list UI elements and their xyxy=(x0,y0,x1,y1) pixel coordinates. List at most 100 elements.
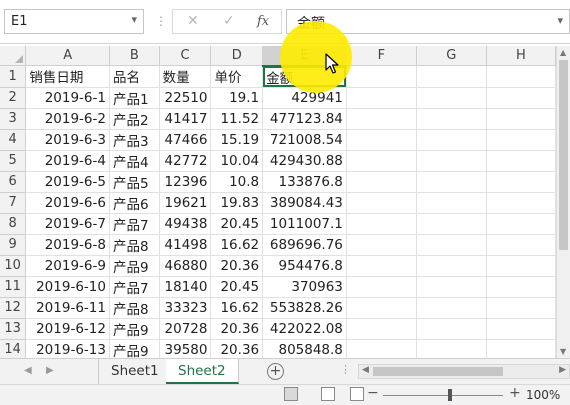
empty-cell[interactable] xyxy=(346,318,417,340)
price-cell[interactable]: 20.36 xyxy=(210,318,264,340)
header-cell[interactable]: 单价 xyxy=(210,65,264,88)
product-cell[interactable]: 产品1 xyxy=(109,87,160,109)
name-box[interactable]: E1 ▾ xyxy=(4,9,144,34)
scroll-right-icon[interactable]: ▶ xyxy=(559,365,566,375)
amount-cell[interactable]: 954476.8 xyxy=(262,255,347,277)
column-header-a[interactable]: A xyxy=(25,46,110,66)
row-header[interactable]: 1 xyxy=(0,65,27,88)
quantity-cell[interactable]: 41417 xyxy=(159,108,212,130)
empty-cell[interactable] xyxy=(486,255,556,277)
quantity-cell[interactable]: 22510 xyxy=(159,87,212,109)
row-header[interactable]: 12 xyxy=(0,297,27,319)
row-header[interactable]: 3 xyxy=(0,108,27,130)
empty-cell[interactable] xyxy=(346,276,417,298)
quantity-cell[interactable]: 47466 xyxy=(159,129,212,151)
header-cell[interactable]: 品名 xyxy=(109,65,160,88)
price-cell[interactable]: 20.36 xyxy=(210,339,264,358)
quantity-cell[interactable]: 46880 xyxy=(159,255,212,277)
empty-cell[interactable] xyxy=(486,339,556,358)
amount-cell[interactable]: 429430.88 xyxy=(262,150,347,172)
amount-cell[interactable]: 422022.08 xyxy=(262,318,347,340)
date-cell[interactable]: 2019-6-10 xyxy=(25,276,110,298)
product-cell[interactable]: 产品9 xyxy=(109,255,160,277)
expand-formula-bar-icon[interactable]: ▾ xyxy=(557,14,563,27)
empty-cell[interactable] xyxy=(346,87,417,109)
quantity-cell[interactable]: 39580 xyxy=(159,339,212,358)
product-cell[interactable]: 产品4 xyxy=(109,150,160,172)
date-cell[interactable]: 2019-6-1 xyxy=(25,87,110,109)
page-layout-view-icon[interactable] xyxy=(321,387,335,401)
empty-cell[interactable] xyxy=(486,297,556,319)
date-cell[interactable]: 2019-6-9 xyxy=(25,255,110,277)
empty-cell[interactable] xyxy=(346,129,417,151)
amount-cell[interactable]: 477123.84 xyxy=(262,108,347,130)
price-cell[interactable]: 20.36 xyxy=(210,255,264,277)
empty-cell[interactable] xyxy=(486,192,556,214)
empty-cell[interactable] xyxy=(346,65,417,88)
empty-cell[interactable] xyxy=(346,108,417,130)
sheet-tab-sheet2[interactable]: Sheet2 xyxy=(166,359,239,384)
previous-sheet-icon[interactable]: ◀ xyxy=(24,365,32,376)
empty-cell[interactable] xyxy=(346,297,417,319)
empty-cell[interactable] xyxy=(346,213,417,235)
product-cell[interactable]: 产品9 xyxy=(109,339,160,358)
product-cell[interactable]: 产品3 xyxy=(109,129,160,151)
amount-cell[interactable]: 1011007.1 xyxy=(262,213,347,235)
empty-cell[interactable] xyxy=(416,318,487,340)
quantity-cell[interactable]: 42772 xyxy=(159,150,212,172)
price-cell[interactable]: 19.1 xyxy=(210,87,264,109)
amount-cell[interactable]: 133876.8 xyxy=(262,171,347,193)
empty-cell[interactable] xyxy=(416,87,487,109)
column-header-h[interactable]: H xyxy=(486,46,556,66)
empty-cell[interactable] xyxy=(416,234,487,256)
next-sheet-icon[interactable]: ▶ xyxy=(46,365,54,376)
empty-cell[interactable] xyxy=(416,108,487,130)
zoom-in-icon[interactable]: + xyxy=(509,385,521,401)
empty-cell[interactable] xyxy=(416,339,487,358)
cancel-icon[interactable]: ✕ xyxy=(187,13,199,29)
quantity-cell[interactable]: 33323 xyxy=(159,297,212,319)
empty-cell[interactable] xyxy=(486,108,556,130)
sheet-tab-sheet1[interactable]: Sheet1 xyxy=(98,359,172,384)
horizontal-scroll-thumb[interactable] xyxy=(373,367,503,376)
product-cell[interactable]: 产品7 xyxy=(109,276,160,298)
product-cell[interactable]: 产品5 xyxy=(109,171,160,193)
empty-cell[interactable] xyxy=(416,171,487,193)
column-header-b[interactable]: B xyxy=(109,46,160,66)
price-cell[interactable]: 16.62 xyxy=(210,234,264,256)
product-cell[interactable]: 产品6 xyxy=(109,192,160,214)
row-header[interactable]: 8 xyxy=(0,213,27,235)
quantity-cell[interactable]: 20728 xyxy=(159,318,212,340)
product-cell[interactable]: 产品8 xyxy=(109,234,160,256)
empty-cell[interactable] xyxy=(346,234,417,256)
empty-cell[interactable] xyxy=(486,129,556,151)
worksheet-grid[interactable]: ABCDEFGH 1销售日期品名数量单价金额22019-6-1产品1225101… xyxy=(0,46,556,358)
amount-cell[interactable]: 370963 xyxy=(262,276,347,298)
empty-cell[interactable] xyxy=(416,65,487,88)
row-header[interactable]: 4 xyxy=(0,129,27,151)
amount-cell[interactable]: 805848.8 xyxy=(262,339,347,358)
row-header[interactable]: 7 xyxy=(0,192,27,214)
product-cell[interactable]: 产品9 xyxy=(109,318,160,340)
select-all-corner[interactable] xyxy=(0,46,27,66)
column-header-d[interactable]: D xyxy=(210,46,264,66)
date-cell[interactable]: 2019-6-8 xyxy=(25,234,110,256)
product-cell[interactable]: 产品7 xyxy=(109,213,160,235)
empty-cell[interactable] xyxy=(486,318,556,340)
quantity-cell[interactable]: 19621 xyxy=(159,192,212,214)
empty-cell[interactable] xyxy=(416,255,487,277)
row-header[interactable]: 6 xyxy=(0,171,27,193)
tab-split-handle-icon[interactable]: ⋮ xyxy=(340,363,351,376)
scroll-up-icon[interactable]: ▲ xyxy=(560,48,566,57)
zoom-level[interactable]: 100% xyxy=(526,388,560,402)
amount-cell[interactable]: 389084.43 xyxy=(262,192,347,214)
empty-cell[interactable] xyxy=(486,276,556,298)
date-cell[interactable]: 2019-6-12 xyxy=(25,318,110,340)
row-header[interactable]: 9 xyxy=(0,234,27,256)
vertical-scroll-thumb[interactable] xyxy=(559,60,568,250)
empty-cell[interactable] xyxy=(486,65,556,88)
empty-cell[interactable] xyxy=(486,234,556,256)
header-cell[interactable]: 销售日期 xyxy=(25,65,110,88)
price-cell[interactable]: 10.04 xyxy=(210,150,264,172)
date-cell[interactable]: 2019-6-7 xyxy=(25,213,110,235)
